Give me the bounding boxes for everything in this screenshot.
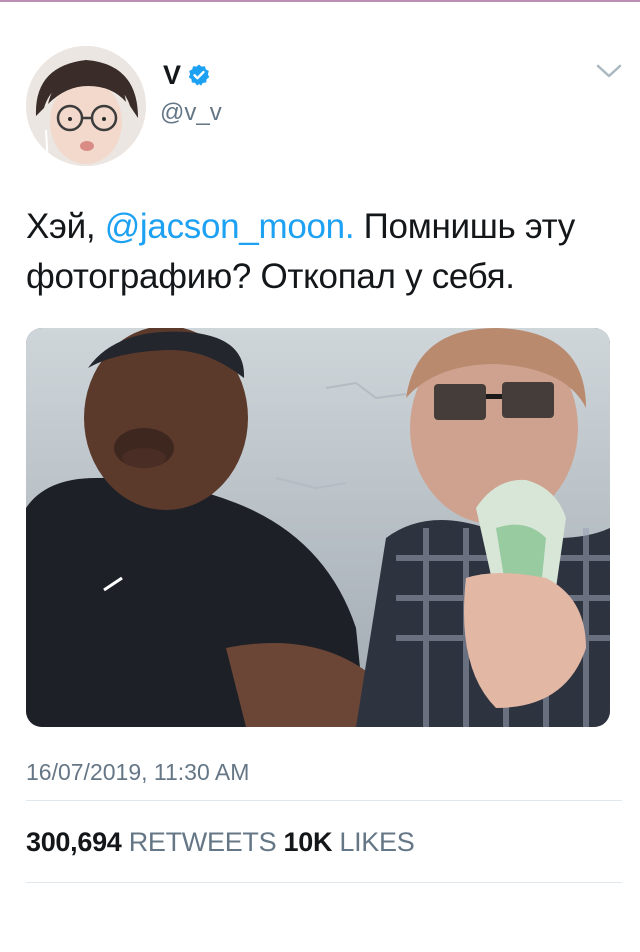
chevron-down-icon[interactable] (596, 62, 622, 80)
name-row: V (163, 60, 211, 90)
stats-divider-top (26, 800, 622, 801)
retweets-label[interactable]: RETWEETS (129, 827, 277, 857)
tweet-photo[interactable] (26, 328, 610, 727)
user-handle[interactable]: @v_v (160, 99, 222, 127)
retweets-count[interactable]: 300,694 (26, 827, 122, 857)
likes-label[interactable]: LIKES (339, 827, 414, 857)
likes-count[interactable]: 10K (284, 827, 333, 857)
display-name[interactable]: V (163, 60, 181, 90)
tweet-card: V @v_v Хэй, @jacson_moon. Помнишь эту фо… (0, 0, 640, 952)
tweet-text: Хэй, @jacson_moon. Помнишь эту фотографи… (26, 202, 616, 302)
top-divider (0, 0, 640, 2)
verified-badge-icon (188, 64, 210, 86)
tweet-timestamp[interactable]: 16/07/2019, 11:30 AM (26, 758, 249, 786)
stats-divider-bottom (26, 882, 622, 883)
tweet-stats: 300,694 RETWEETS 10K LIKES (26, 826, 415, 858)
tweet-text-prefix: Хэй, (26, 207, 105, 246)
avatar[interactable] (26, 46, 146, 166)
mention-link[interactable]: @jacson_moon. (105, 207, 355, 246)
